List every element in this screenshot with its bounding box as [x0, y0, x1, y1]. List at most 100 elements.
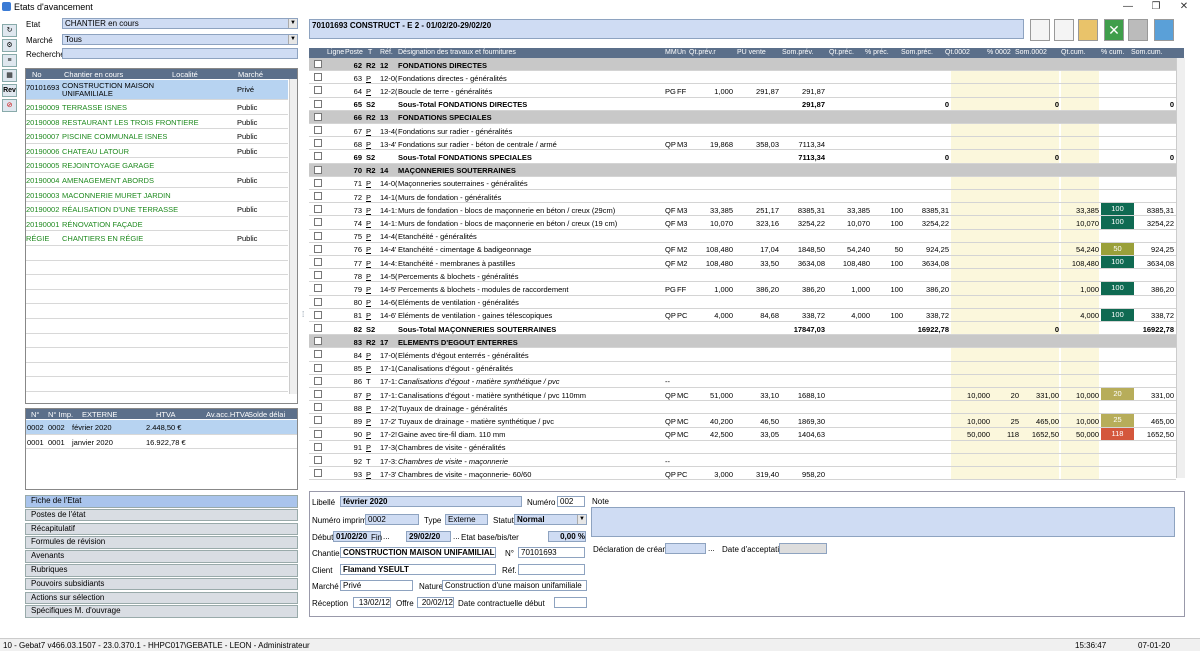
nav-button-6[interactable]: Pouvoirs subsidiants	[25, 577, 298, 591]
list-icon[interactable]: ≡	[2, 54, 17, 67]
chart-icon[interactable]: ▦	[2, 69, 17, 82]
marche-select[interactable]: Tous ▼	[62, 34, 298, 45]
nav-button-8[interactable]: Spécifiques M. d'ouvrage	[25, 605, 298, 618]
date-contractuelle-input[interactable]	[554, 597, 587, 608]
col-no[interactable]: No	[32, 70, 42, 79]
row-checkbox[interactable]	[314, 178, 322, 187]
postes-row[interactable]: 25 89 P 17-2' Tuyaux de drainage - matière s…	[309, 414, 1176, 428]
chantier-row[interactable]: 20190008 RESTAURANT LES TROIS FRONTIERE Pu…	[26, 115, 288, 130]
new-doc-icon[interactable]	[1030, 19, 1050, 41]
postes-row[interactable]: 84 P 17-0(Eléments d'égout enterrés - géné…	[309, 348, 1176, 362]
row-checkbox[interactable]	[314, 442, 322, 451]
nav-button-7[interactable]: Actions sur sélection	[25, 591, 298, 605]
row-checkbox[interactable]	[314, 284, 322, 293]
maximize-icon[interactable]: ❐	[1146, 1, 1166, 12]
postes-row[interactable]: 71 P 14-0(Maçonneries souterraines - génér…	[309, 176, 1176, 190]
chantier-row[interactable]: RÉGIE CHANTIERS EN RÉGIE Public	[26, 231, 288, 246]
postes-row[interactable]: 88 P 17-2(Tuyaux de drainage - généralités	[309, 401, 1176, 415]
postes-row[interactable]: 80 P 14-6(Eléments de ventilation - généra…	[309, 295, 1176, 309]
offre-input[interactable]: 20/02/12	[417, 597, 454, 608]
row-checkbox[interactable]	[314, 152, 322, 161]
row-checkbox[interactable]	[314, 376, 322, 385]
postes-row[interactable]: 75 P 14-4(Etanchéité - généralités	[309, 229, 1176, 243]
globe-icon[interactable]	[1154, 19, 1174, 41]
rev-button[interactable]: Rev	[2, 84, 17, 97]
postes-row[interactable]: 100 81 P 14-6' Eléments de ventilation - gai…	[309, 308, 1176, 322]
row-checkbox[interactable]	[314, 403, 322, 412]
print-icon[interactable]	[1128, 19, 1148, 41]
postes-row[interactable]: 65 S2 Sous-Total FONDATIONS DIRECTES 291,87…	[309, 97, 1176, 111]
postes-row[interactable]: 100 79 P 14-5' Percements & blochets - modul…	[309, 282, 1176, 296]
libelle-input[interactable]: février 2020	[340, 496, 522, 507]
copy-icon[interactable]	[1054, 19, 1074, 41]
note-textarea[interactable]	[591, 507, 1175, 537]
chantier-row[interactable]: 20190002 RÉALISATION D'UNE TERRASSE Public	[26, 202, 288, 217]
postes-chapter-row[interactable]: 70 R2 14 MAÇONNERIES SOUTERRAINES	[309, 163, 1176, 177]
declaration-picker-icon[interactable]: ...	[708, 544, 715, 553]
chantier-row[interactable]: 20190007 PISCINE COMMUNALE ISNES Public	[26, 129, 288, 144]
splitter-handle[interactable]: ⁞	[302, 310, 307, 330]
postes-row[interactable]: 85 P 17-1(Canalisations d'égout - générali…	[309, 361, 1176, 375]
nav-button-4[interactable]: Avenants	[25, 550, 298, 563]
ref-input[interactable]	[518, 564, 585, 575]
chantier-row[interactable]: 20190009 TERRASSE ISNES Public	[26, 100, 288, 115]
postes-row[interactable]: 100 77 P 14-4: Etanchéité - membranes à past…	[309, 256, 1176, 270]
declaration-input[interactable]	[665, 543, 706, 554]
row-checkbox[interactable]	[314, 99, 322, 108]
date-acceptation-input[interactable]	[779, 543, 827, 554]
etat-row[interactable]: 0001 0001 janvier 2020 16.922,78 €	[26, 435, 297, 450]
nature-input[interactable]: Construction d'une maison unifamiliale	[442, 580, 587, 591]
numero-input[interactable]: 002	[557, 496, 585, 507]
postes-row[interactable]: 78 P 14-5(Percements & blochets - générali…	[309, 269, 1176, 283]
postes-row[interactable]: 92 T 17-3: Chambres de visite - maçonnerie -…	[309, 454, 1176, 468]
excel-icon[interactable]: ✕	[1104, 19, 1124, 41]
row-checkbox[interactable]	[314, 73, 322, 82]
row-checkbox[interactable]	[314, 165, 322, 174]
row-checkbox[interactable]	[314, 231, 322, 240]
postes-chapter-row[interactable]: 66 R2 13 FONDATIONS SPECIALES	[309, 110, 1176, 124]
row-checkbox[interactable]	[314, 126, 322, 134]
row-checkbox[interactable]	[314, 244, 322, 253]
nav-button-1[interactable]: Postes de l'état	[25, 508, 298, 522]
recherche-input[interactable]	[62, 48, 298, 59]
nav-button-0[interactable]: Fiche de l'Etat	[25, 495, 298, 508]
reception-input[interactable]: 13/02/12	[353, 597, 391, 608]
row-checkbox[interactable]	[314, 324, 322, 332]
postes-row[interactable]: 82 S2 Sous-Total MAÇONNERIES SOUTERRAINES 1…	[309, 322, 1176, 336]
statut-select[interactable]: Normal ▼	[514, 514, 587, 525]
row-checkbox[interactable]	[314, 218, 322, 227]
row-checkbox[interactable]	[314, 310, 322, 319]
chantier-row[interactable]: 20190004 AMENAGEMENT ABORDS Public	[26, 173, 288, 188]
close-icon[interactable]: ✕	[1174, 1, 1194, 12]
row-checkbox[interactable]	[314, 205, 322, 214]
postes-row[interactable]: 20 87 P 17-1: Canalisations d'égout - matièr…	[309, 388, 1176, 402]
paste-icon[interactable]	[1078, 19, 1098, 41]
row-checkbox[interactable]	[314, 429, 322, 438]
row-checkbox[interactable]	[314, 112, 322, 121]
chantier-row[interactable]: 20190003 MACONNERIE MURET JARDIN	[26, 188, 288, 203]
row-checkbox[interactable]	[314, 350, 322, 359]
postes-row[interactable]: 67 P 13-4(Fondations sur radier - générali…	[309, 124, 1176, 138]
nav-button-5[interactable]: Rubriques	[25, 564, 298, 577]
postes-row[interactable]: 50 76 P 14-4' Etanchéité - cimentage & badig…	[309, 242, 1176, 256]
tools-icon[interactable]: ⚙	[2, 39, 17, 52]
col-localite[interactable]: Localité	[172, 70, 198, 79]
row-checkbox[interactable]	[314, 60, 322, 68]
postes-row[interactable]: 118 90 P 17-2! Gaine avec tire-fil diam. 110…	[309, 427, 1176, 441]
postes-row[interactable]: 63 P 12-0(Fondations directes - généralité…	[309, 71, 1176, 85]
type-input[interactable]: Externe	[445, 514, 488, 525]
chantier-scrollbar[interactable]	[289, 79, 297, 394]
row-checkbox[interactable]	[314, 258, 322, 266]
postes-row[interactable]: 64 P 12-2(Boucle de terre - généralités PG F…	[309, 84, 1176, 98]
debut-picker-icon[interactable]: ...	[383, 532, 390, 541]
row-checkbox[interactable]	[314, 192, 322, 200]
pct-input[interactable]: 0,00 %	[548, 531, 586, 542]
postes-row[interactable]: 86 T 17-1: Canalisations d'égout - matière …	[309, 374, 1176, 388]
row-checkbox[interactable]	[314, 271, 322, 280]
postes-chapter-row[interactable]: 62 R2 12 FONDATIONS DIRECTES	[309, 58, 1176, 72]
row-checkbox[interactable]	[314, 139, 322, 148]
etat-select[interactable]: CHANTIER en cours ▼	[62, 18, 298, 29]
col-chantier[interactable]: Chantier en cours	[64, 70, 123, 79]
fin-input[interactable]: 29/02/20	[406, 531, 451, 542]
row-checkbox[interactable]	[314, 456, 322, 464]
